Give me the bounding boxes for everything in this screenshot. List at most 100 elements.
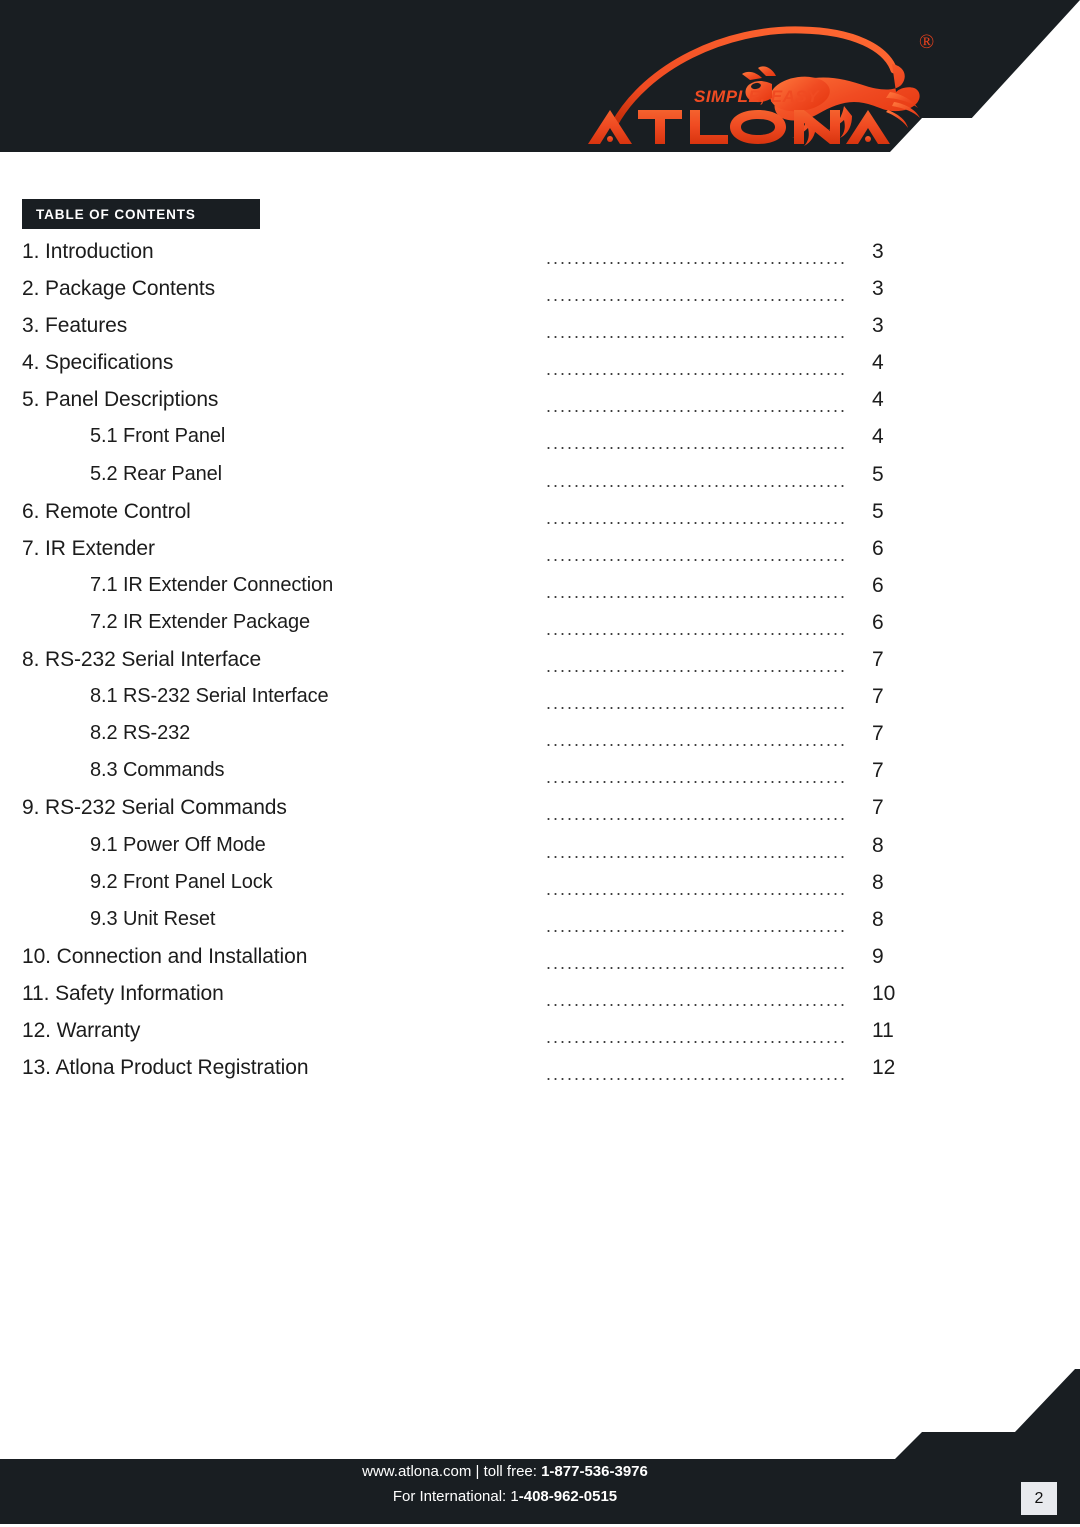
toc-entry[interactable]: 13. Atlona Product Registration.........… xyxy=(0,1056,1080,1093)
toc-entry-label: 5.1 Front Panel xyxy=(90,425,226,448)
toc-entry-page-number: 6 xyxy=(872,536,884,560)
toc-entry-label: 8.2 RS-232 xyxy=(90,722,191,745)
toc-entry[interactable]: 9.1 Power Off Mode......................… xyxy=(0,834,1080,871)
toc-dot-leader: ........................................… xyxy=(546,288,848,303)
toc-dot-leader: ........................................… xyxy=(546,436,848,451)
toc-dot-leader: ........................................… xyxy=(546,473,848,488)
toc-entry-label: 8. RS-232 Serial Interface xyxy=(22,648,262,672)
footer-line-2: For International: 1-408-962-0515 xyxy=(0,1484,1010,1509)
toc-entry[interactable]: 11. Safety Information..................… xyxy=(0,982,1080,1019)
toc-entry-page-number: 3 xyxy=(872,277,884,301)
registered-trademark-icon: ® xyxy=(919,31,935,53)
toc-dot-leader: ........................................… xyxy=(546,844,848,859)
toc-dot-leader: ........................................… xyxy=(546,881,848,896)
toc-dot-leader: ........................................… xyxy=(546,659,848,674)
toc-dot-leader: ........................................… xyxy=(546,807,848,822)
toc-entry[interactable]: 8.1 RS-232 Serial Interface.............… xyxy=(0,685,1080,722)
toc-dot-leader: ........................................… xyxy=(546,1029,848,1044)
toc-entry-page-number: 8 xyxy=(872,870,884,894)
table-of-contents-list: 1. Introduction.........................… xyxy=(0,240,1080,1093)
toc-dot-leader: ........................................… xyxy=(546,1067,848,1082)
toc-entry-label: 8.3 Commands xyxy=(90,759,225,782)
toc-entry[interactable]: 4. Specifications.......................… xyxy=(0,351,1080,388)
toc-entry[interactable]: 5.1 Front Panel.........................… xyxy=(0,425,1080,462)
toc-entry[interactable]: 8.2 RS-232..............................… xyxy=(0,722,1080,759)
toc-entry-page-number: 6 xyxy=(872,610,884,634)
toc-entry-label: 12. Warranty xyxy=(22,1018,141,1042)
toc-entry-page-number: 8 xyxy=(872,907,884,931)
footer-line-1: www.atlona.com | toll free: 1-877-536-39… xyxy=(0,1459,1010,1484)
toc-dot-leader: ........................................… xyxy=(546,696,848,711)
toc-entry-label: 3. Features xyxy=(22,314,128,338)
table-of-contents-heading: TABLE OF CONTENTS xyxy=(22,199,260,229)
toc-entry-label: 4. Specifications xyxy=(22,351,174,375)
toc-entry-label: 7.1 IR Extender Connection xyxy=(90,573,334,596)
toc-entry-label: 7. IR Extender xyxy=(22,536,155,560)
toc-entry[interactable]: 8. RS-232 Serial Interface..............… xyxy=(0,648,1080,685)
toc-entry-page-number: 7 xyxy=(872,648,884,672)
toc-entry[interactable]: 6. Remote Control.......................… xyxy=(0,500,1080,537)
toc-entry-label: 11. Safety Information xyxy=(22,981,224,1005)
toc-entry-page-number: 9 xyxy=(872,944,884,968)
toc-entry[interactable]: 10. Connection and Installation.........… xyxy=(0,945,1080,982)
toc-entry[interactable]: 7. IR Extender..........................… xyxy=(0,537,1080,574)
page-number-badge: 2 xyxy=(1021,1482,1057,1515)
toc-entry-page-number: 4 xyxy=(872,425,884,449)
toc-entry-page-number: 7 xyxy=(872,796,884,820)
toc-entry-page-number: 7 xyxy=(872,685,884,709)
toc-entry-page-number: 10 xyxy=(872,981,896,1005)
toc-entry[interactable]: 12. Warranty............................… xyxy=(0,1019,1080,1056)
toc-entry-page-number: 12 xyxy=(872,1056,896,1080)
toc-entry[interactable]: 2. Package Contents.....................… xyxy=(0,277,1080,314)
toc-entry-label: 5.2 Rear Panel xyxy=(90,462,223,485)
toc-entry[interactable]: 8.3 Commands............................… xyxy=(0,759,1080,796)
logo-tagline: SIMPLE, EASY xyxy=(694,87,820,106)
toc-dot-leader: ........................................… xyxy=(546,510,848,525)
toc-entry-page-number: 3 xyxy=(872,240,884,263)
toc-entry-label: 9.2 Front Panel Lock xyxy=(90,870,273,893)
toc-dot-leader: ........................................… xyxy=(546,399,848,414)
toc-dot-leader: ........................................… xyxy=(546,251,848,265)
toc-dot-leader: ........................................… xyxy=(546,992,848,1007)
toc-entry-page-number: 8 xyxy=(872,833,884,857)
toc-dot-leader: ........................................… xyxy=(546,362,848,377)
toc-entry[interactable]: 7.1 IR Extender Connection..............… xyxy=(0,574,1080,611)
toc-entry[interactable]: 1. Introduction.........................… xyxy=(0,240,1080,277)
toc-entry[interactable]: 9.2 Front Panel Lock....................… xyxy=(0,871,1080,908)
toc-entry[interactable]: 9. RS-232 Serial Commands...............… xyxy=(0,796,1080,833)
toc-entry[interactable]: 3. Features.............................… xyxy=(0,314,1080,351)
toc-dot-leader: ........................................… xyxy=(546,955,848,970)
toc-entry[interactable]: 5.2 Rear Panel..........................… xyxy=(0,463,1080,500)
toc-entry-label: 9. RS-232 Serial Commands xyxy=(22,796,287,820)
toc-entry-label: 2. Package Contents xyxy=(22,277,216,301)
toc-entry-page-number: 5 xyxy=(872,462,884,486)
atlona-logo: SIMPLE, EASY xyxy=(586,18,1006,150)
toc-entry-label: 8.1 RS-232 Serial Interface xyxy=(90,685,329,708)
toc-entry-page-number: 7 xyxy=(872,759,884,783)
toc-entry-label: 10. Connection and Installation xyxy=(22,944,308,968)
toc-entry-page-number: 11 xyxy=(872,1018,894,1042)
toc-entry-label: 7.2 IR Extender Package xyxy=(90,610,311,633)
toc-entry-page-number: 5 xyxy=(872,499,884,523)
toc-entry-page-number: 6 xyxy=(872,573,884,597)
toc-dot-leader: ........................................… xyxy=(546,770,848,785)
toc-entry-page-number: 7 xyxy=(872,722,884,746)
toc-entry-label: 5. Panel Descriptions xyxy=(22,388,219,412)
toc-entry-page-number: 4 xyxy=(872,388,884,412)
footer-international-label: For International: 1 xyxy=(392,1488,519,1505)
toc-entry[interactable]: 5. Panel Descriptions...................… xyxy=(0,388,1080,425)
toc-dot-leader: ........................................… xyxy=(546,918,848,933)
toc-entry-label: 13. Atlona Product Registration xyxy=(22,1056,309,1080)
toc-entry-label: 9.1 Power Off Mode xyxy=(90,833,266,856)
toc-dot-leader: ........................................… xyxy=(546,733,848,748)
toc-entry[interactable]: 9.3 Unit Reset..........................… xyxy=(0,908,1080,945)
toc-entry-label: 9.3 Unit Reset xyxy=(90,907,216,930)
toc-entry-label: 1. Introduction xyxy=(22,240,154,263)
toc-dot-leader: ........................................… xyxy=(546,325,848,340)
toc-dot-leader: ........................................… xyxy=(546,547,848,562)
toc-dot-leader: ........................................… xyxy=(546,621,848,636)
toc-entry[interactable]: 7.2 IR Extender Package.................… xyxy=(0,611,1080,648)
toc-entry-label: 6. Remote Control xyxy=(22,499,191,523)
toc-dot-leader: ........................................… xyxy=(546,584,848,599)
footer-international-number: -408-962-0515 xyxy=(518,1488,618,1505)
